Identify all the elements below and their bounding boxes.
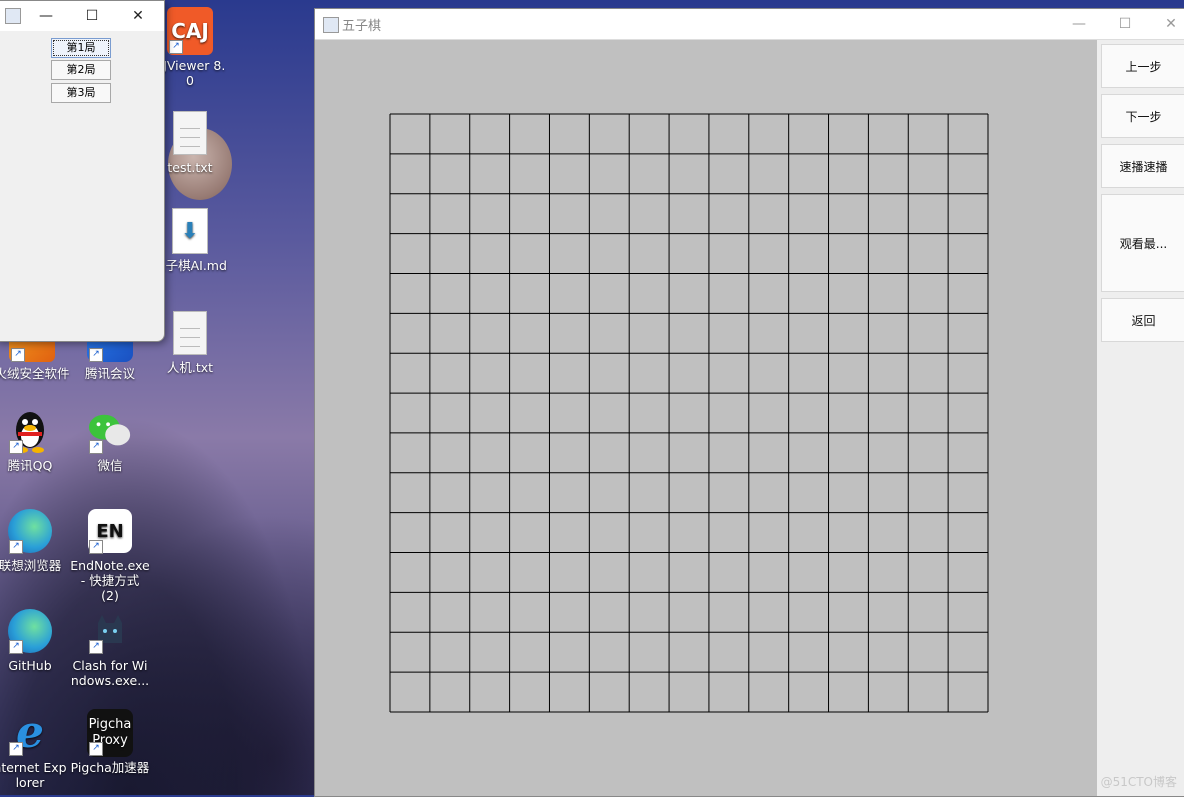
browser-icon: ↗ (7, 608, 53, 654)
gomoku-board[interactable] (389, 113, 989, 713)
desktop-icon-lenovo-browser[interactable]: ↗ 联想浏览器 (0, 508, 70, 573)
close-button[interactable]: ✕ (115, 1, 161, 31)
java-app-icon (5, 8, 21, 24)
desktop-icon-label: 微信 (97, 458, 123, 473)
level-select-titlebar[interactable]: — ☐ ✕ (0, 1, 164, 31)
minimize-button[interactable]: — (23, 1, 69, 31)
shortcut-arrow-icon: ↗ (9, 742, 23, 756)
gomoku-titlebar[interactable]: 五子棋 — ☐ ✕ (315, 9, 1184, 40)
desktop-icon-label: 腾讯会议 (84, 366, 135, 381)
endnote-icon: EN ↗ (87, 508, 133, 554)
qq-penguin-icon: ↗ (7, 408, 53, 454)
shortcut-arrow-icon: ↗ (9, 640, 23, 654)
maximize-button[interactable]: ☐ (69, 1, 115, 31)
wechat-icon: ↗ (87, 408, 133, 454)
desktop-icon-label: 腾讯QQ (7, 458, 53, 473)
pigcha-icon: Pigcha Proxy ↗ (87, 709, 133, 757)
desktop-icon-clash[interactable]: ↗ Clash for Wi ndows.exe... (70, 608, 150, 688)
browser-icon: ↗ (7, 508, 53, 554)
desktop-icon-label: 人机.txt (166, 360, 214, 375)
level-2-button[interactable]: 第2局 (51, 60, 111, 80)
desktop-icon-internet-explorer[interactable]: e ↗ nternet Exp lorer (0, 710, 70, 791)
markdown-file-icon: ⬇ (167, 208, 213, 254)
shortcut-arrow-icon: ↗ (89, 440, 103, 454)
java-app-icon (323, 17, 339, 33)
shortcut-arrow-icon: ↗ (89, 742, 103, 756)
shortcut-arrow-icon: ↗ (9, 440, 23, 454)
fast-replay-button[interactable]: 速播速播 (1101, 144, 1184, 188)
desktop-icon-label: 火绒安全软件 (0, 366, 70, 381)
clash-cat-icon: ↗ (87, 608, 133, 654)
desktop-icon-pigcha[interactable]: Pigcha Proxy ↗ Pigcha加速器 (70, 709, 150, 775)
shortcut-arrow-icon: ↗ (89, 640, 103, 654)
watch-latest-button[interactable]: 观看最... (1101, 194, 1184, 292)
control-panel: 上一步 下一步 速播速播 观看最... 返回 @51CTO博客 (1097, 40, 1184, 796)
board-background (390, 114, 988, 712)
shortcut-arrow-icon: ↗ (169, 40, 183, 54)
watermark: @51CTO博客 (1100, 775, 1177, 789)
text-file-icon (167, 110, 213, 156)
desktop-icon-github[interactable]: ↗ GitHub (0, 608, 70, 673)
desktop-icon-label: EndNote.exe - 快捷方式 (2) (70, 558, 150, 603)
shortcut-arrow-icon: ↗ (11, 348, 25, 362)
level-select-window: — ☐ ✕ 第1局 第2局 第3局 (0, 0, 165, 342)
window-title: 五子棋 (342, 19, 382, 34)
desktop-icon-qq[interactable]: ↗ 腾讯QQ (0, 408, 70, 473)
cajviewer-icon: CAJ ↗ (167, 7, 213, 55)
desktop-icon-wechat[interactable]: ↗ 微信 (70, 408, 150, 473)
desktop-icon-endnote[interactable]: EN ↗ EndNote.exe - 快捷方式 (2) (70, 508, 150, 603)
text-file-icon (167, 310, 213, 356)
close-button[interactable]: ✕ (1148, 9, 1184, 39)
desktop-icon-label: GitHub (8, 658, 52, 673)
desktop-icon-label: Pigcha加速器 (70, 760, 150, 775)
next-step-button[interactable]: 下一步 (1101, 94, 1184, 138)
desktop-icon-label: 联想浏览器 (0, 558, 62, 573)
maximize-button[interactable]: ☐ (1102, 9, 1148, 39)
level-1-button[interactable]: 第1局 (51, 38, 111, 58)
level-3-button[interactable]: 第3局 (51, 83, 111, 103)
shortcut-arrow-icon: ↗ (9, 540, 23, 554)
shortcut-arrow-icon: ↗ (89, 540, 103, 554)
internet-explorer-icon: e ↗ (7, 710, 53, 756)
previous-step-button[interactable]: 上一步 (1101, 44, 1184, 88)
minimize-button[interactable]: — (1056, 9, 1102, 39)
board-area (315, 40, 1097, 796)
gomoku-window: 五子棋 — ☐ ✕ 上一步 下一步 速播速播 观看最... 返回 @51CTO博… (314, 8, 1184, 797)
desktop-icon-label: nternet Exp lorer (0, 760, 67, 790)
shortcut-arrow-icon: ↗ (89, 348, 103, 362)
back-button[interactable]: 返回 (1101, 298, 1184, 342)
desktop-icon-label: Clash for Wi ndows.exe... (70, 658, 150, 688)
